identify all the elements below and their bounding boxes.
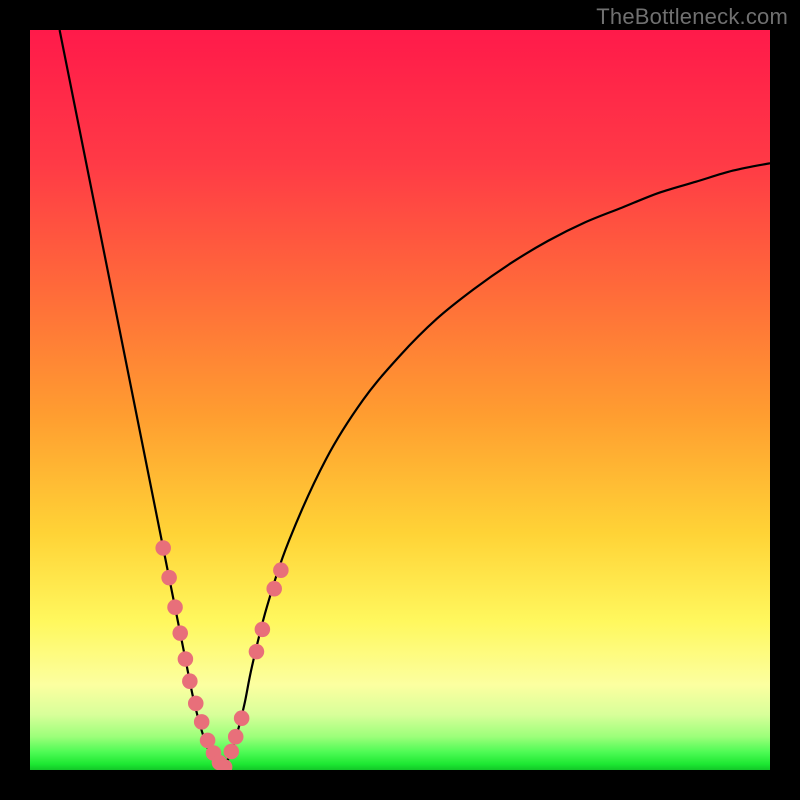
marker-dot [194,714,210,730]
marker-dot [234,710,250,726]
plot-area [30,30,770,770]
marker-dot [182,673,198,689]
marker-dot [228,729,244,745]
marker-dot [167,599,183,615]
marker-dot [161,570,177,586]
marker-dot [255,622,271,638]
curve-left-branch [60,30,223,770]
watermark-text: TheBottleneck.com [596,4,788,30]
marker-dot [224,744,240,760]
marker-dot [249,644,265,660]
curve-right-branch [222,163,770,770]
marker-dot [155,540,171,556]
marker-dot [188,696,204,712]
marker-dot [273,562,289,578]
marker-dot [266,581,282,597]
chart-frame: TheBottleneck.com [0,0,800,800]
marker-dot [172,625,188,641]
marker-dot [178,651,194,667]
curve-layer [30,30,770,770]
